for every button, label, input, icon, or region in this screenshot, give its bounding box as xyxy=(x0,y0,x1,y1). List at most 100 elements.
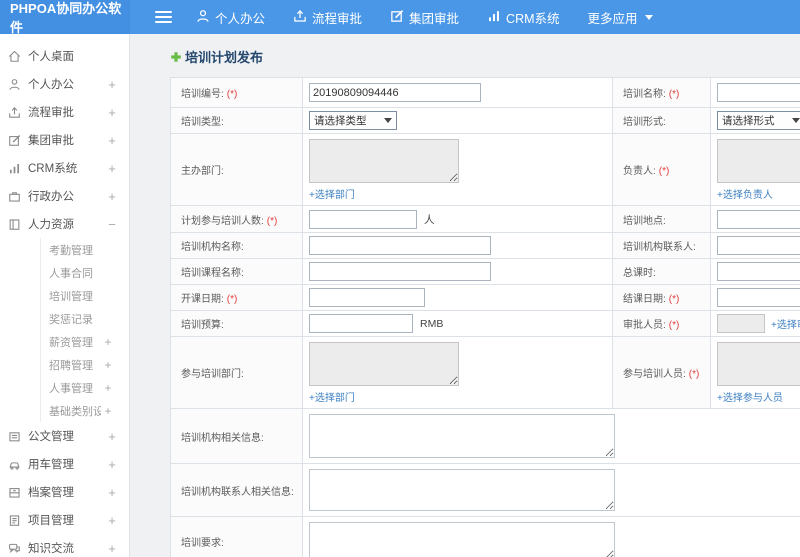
required-mark: (*) xyxy=(266,215,278,227)
course-name-input[interactable] xyxy=(309,262,491,281)
expander-toggle[interactable]: + xyxy=(105,457,119,472)
sidebar-item-crm[interactable]: CRM系统 + xyxy=(0,154,129,182)
field-label: 审批人员: xyxy=(623,320,666,331)
leader-textarea[interactable] xyxy=(717,139,800,183)
user-icon xyxy=(8,78,21,91)
required-mark: (*) xyxy=(658,166,670,177)
required-mark: (*) xyxy=(668,294,680,305)
training-name-input[interactable] xyxy=(717,83,800,102)
expander-toggle[interactable]: + xyxy=(105,541,119,556)
sidebar-item-vehicle-mgmt[interactable]: 用车管理 + xyxy=(0,450,129,478)
expander-toggle[interactable]: + xyxy=(105,189,119,204)
org-info-textarea[interactable] xyxy=(309,414,615,458)
choose-approver-link[interactable]: +选择审批人员 xyxy=(771,316,800,331)
expander-toggle[interactable]: + xyxy=(105,133,119,148)
sidebar-item-recruitment-mgmt[interactable]: 招聘管理 + xyxy=(41,353,129,376)
sidebar-item-hr-contract[interactable]: 人事合同 xyxy=(41,261,129,284)
approver-input[interactable] xyxy=(717,314,765,333)
sidebar-item-base-category-settings[interactable]: 基础类别设置 + xyxy=(41,399,129,422)
org-contact-info-textarea[interactable] xyxy=(309,469,615,511)
hamburger-menu-icon[interactable] xyxy=(155,11,172,23)
field-label: 总课时: xyxy=(623,268,656,279)
expander-toggle[interactable]: + xyxy=(101,335,115,349)
menu-more-apps[interactable]: 更多应用 xyxy=(588,8,653,27)
sidebar-item-project-mgmt[interactable]: 项目管理 + xyxy=(0,506,129,534)
field-label: 培训机构名称: xyxy=(181,242,244,253)
sidebar-item-reward-punishment[interactable]: 奖惩记录 xyxy=(41,307,129,330)
expander-toggle[interactable]: + xyxy=(101,358,115,372)
caret-down-icon xyxy=(792,118,800,123)
menu-label: CRM系统 xyxy=(506,11,560,26)
training-location-input[interactable] xyxy=(717,209,800,229)
participating-staff-textarea[interactable] xyxy=(717,342,800,386)
sidebar-item-document-mgmt[interactable]: 公文管理 + xyxy=(0,422,129,450)
expander-toggle[interactable]: + xyxy=(101,381,115,395)
choose-department-link[interactable]: +选择部门 xyxy=(309,186,355,201)
end-date-input[interactable] xyxy=(717,288,800,307)
expander-toggle[interactable]: + xyxy=(105,429,119,444)
choose-leader-link[interactable]: +选择负责人 xyxy=(717,186,773,201)
expander-toggle[interactable]: + xyxy=(105,161,119,176)
hr-submenu: 考勤管理 人事合同 培训管理 奖惩记录 薪资管理 + 招聘管理 + 人事管理 +… xyxy=(40,238,129,422)
field-label: 培训课程名称: xyxy=(181,268,244,279)
start-date-input[interactable] xyxy=(309,288,425,307)
training-form-select[interactable]: 请选择形式 xyxy=(717,111,800,130)
caret-down-icon xyxy=(644,14,653,20)
total-hours-input[interactable] xyxy=(717,262,800,281)
field-label: 计划参与培训人数: xyxy=(181,215,264,227)
sidebar-item-knowledge-exchange[interactable]: 知识交流 + xyxy=(0,534,129,557)
menu-personal-office[interactable]: 个人办公 xyxy=(196,8,265,27)
sidebar-item-label: 招聘管理 xyxy=(49,359,93,372)
sidebar-item-attendance-mgmt[interactable]: 考勤管理 xyxy=(41,238,129,261)
sidebar-item-salary-mgmt[interactable]: 薪资管理 + xyxy=(41,330,129,353)
menu-workflow-approval[interactable]: 流程审批 xyxy=(293,8,362,27)
sidebar-item-personal-office[interactable]: 个人办公 + xyxy=(0,70,129,98)
sidebar-item-label: 项目管理 xyxy=(28,515,74,527)
training-requirements-textarea[interactable] xyxy=(309,522,615,557)
field-label: 培训预算: xyxy=(181,320,224,331)
home-icon xyxy=(8,50,21,63)
training-org-contact-input[interactable] xyxy=(717,236,800,255)
sidebar-item-hr[interactable]: 人力资源 − xyxy=(0,210,129,238)
sidebar-item-workflow-approval[interactable]: 流程审批 + xyxy=(0,98,129,126)
sidebar-item-label: 公文管理 xyxy=(28,431,74,443)
chart-icon xyxy=(487,9,501,26)
sidebar-item-admin-office[interactable]: 行政办公 + xyxy=(0,182,129,210)
sidebar-item-archive-mgmt[interactable]: 档案管理 + xyxy=(0,478,129,506)
sidebar-item-label: 用车管理 xyxy=(28,459,74,471)
expander-toggle[interactable]: − xyxy=(105,217,119,232)
expander-toggle[interactable]: + xyxy=(105,513,119,528)
menu-group-approval[interactable]: 集团审批 xyxy=(390,8,459,27)
expander-toggle[interactable]: + xyxy=(105,105,119,120)
training-org-name-input[interactable] xyxy=(309,236,491,255)
menu-label: 流程审批 xyxy=(312,11,363,26)
expander-toggle[interactable]: + xyxy=(101,404,115,418)
choose-participants-link[interactable]: +选择参与人员 xyxy=(717,389,783,404)
training-code-input[interactable] xyxy=(309,83,481,102)
field-label: 培训机构联系人相关信息: xyxy=(181,486,294,498)
field-label: 结课日期: xyxy=(623,294,666,305)
table-row: 主办部门: +选择部门 负责人: (*) +选择负责人 xyxy=(170,133,800,206)
field-label: 参与培训人员: xyxy=(623,369,686,380)
sidebar-item-personal-desktop[interactable]: 个人桌面 xyxy=(0,42,129,70)
sidebar-item-training-mgmt[interactable]: 培训管理 xyxy=(41,284,129,307)
participating-departments-textarea[interactable] xyxy=(309,342,459,386)
user-icon xyxy=(196,9,210,26)
training-budget-input[interactable] xyxy=(309,314,413,333)
planned-participants-input[interactable] xyxy=(309,209,417,229)
sidebar-item-label: 个人桌面 xyxy=(28,51,74,63)
expander-toggle[interactable]: + xyxy=(105,77,119,92)
menu-label: 更多应用 xyxy=(587,11,638,26)
book-icon xyxy=(8,218,21,231)
sidebar-item-group-approval[interactable]: 集团审批 + xyxy=(0,126,129,154)
sidebar-item-personnel-mgmt[interactable]: 人事管理 + xyxy=(41,376,129,399)
field-label: 培训机构联系人: xyxy=(623,242,696,253)
expander-toggle[interactable]: + xyxy=(105,485,119,500)
training-type-select[interactable]: 请选择类型 xyxy=(309,111,397,130)
choose-participating-department-link[interactable]: +选择部门 xyxy=(309,389,355,404)
host-department-textarea[interactable] xyxy=(309,139,459,183)
menu-crm[interactable]: CRM系统 xyxy=(487,8,560,27)
edit-icon xyxy=(8,134,21,147)
required-mark: (*) xyxy=(226,294,238,305)
sidebar: 个人桌面 个人办公 + 流程审批 + 集团审批 + CRM系统 + 行政办公 +… xyxy=(0,34,130,557)
